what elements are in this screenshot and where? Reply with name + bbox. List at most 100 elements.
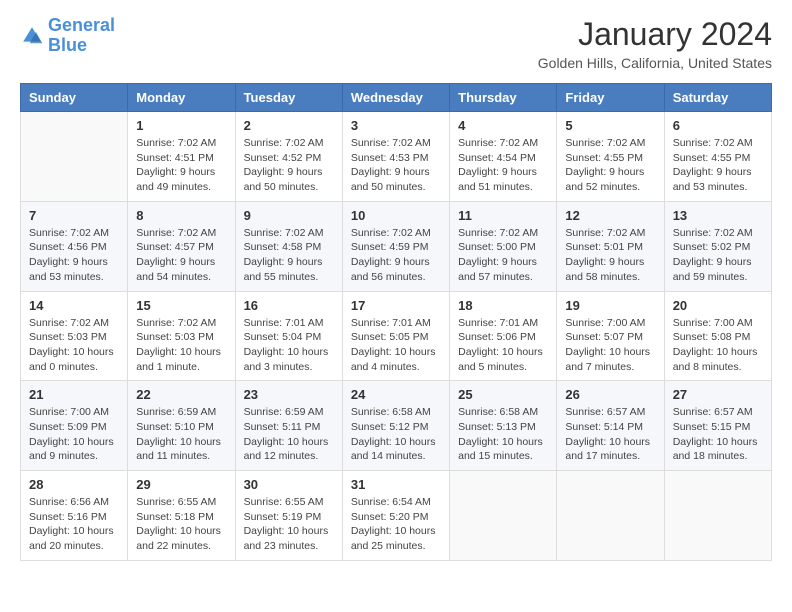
- calendar-body: 1 Sunrise: 7:02 AMSunset: 4:51 PMDaylight…: [21, 112, 772, 561]
- day-info: Sunrise: 7:02 AMSunset: 5:03 PMDaylight:…: [136, 316, 226, 375]
- calendar-cell: 30Sunrise: 6:55 AMSunset: 5:19 PMDayligh…: [235, 471, 342, 561]
- day-info: Sunrise: 7:01 AMSunset: 5:05 PMDaylight:…: [351, 316, 441, 375]
- calendar-header-friday: Friday: [557, 84, 664, 112]
- day-info: Sunrise: 6:57 AMSunset: 5:15 PMDaylight:…: [673, 405, 763, 464]
- day-info: Sunrise: 6:55 AMSunset: 5:18 PMDaylight:…: [136, 495, 226, 554]
- calendar-cell: 22 Sunrise: 6:59 AMSunset: 5:10 PMDayligh…: [128, 381, 235, 471]
- calendar-cell: 25 Sunrise: 6:58 AMSunset: 5:13 PMDayligh…: [450, 381, 557, 471]
- day-info: Sunrise: 7:02 AMSunset: 4:58 PMDaylight:…: [244, 226, 334, 285]
- day-info: Sunrise: 7:01 AMSunset: 5:06 PMDaylight:…: [458, 316, 548, 375]
- calendar-cell: 5 Sunrise: 7:02 AMSunset: 4:55 PMDaylight…: [557, 112, 664, 202]
- day-info: Sunrise: 6:59 AMSunset: 5:10 PMDaylight:…: [136, 405, 226, 464]
- calendar-cell: 9 Sunrise: 7:02 AMSunset: 4:58 PMDaylight…: [235, 201, 342, 291]
- calendar-cell: 7 Sunrise: 7:02 AMSunset: 4:56 PMDaylight…: [21, 201, 128, 291]
- calendar-cell: 13 Sunrise: 7:02 AMSunset: 5:02 PMDayligh…: [664, 201, 771, 291]
- calendar-week-row: 7 Sunrise: 7:02 AMSunset: 4:56 PMDaylight…: [21, 201, 772, 291]
- day-info: Sunrise: 7:02 AMSunset: 4:56 PMDaylight:…: [29, 226, 119, 285]
- day-number: 27: [673, 387, 763, 402]
- day-number: 8: [136, 208, 226, 223]
- logo-text: General Blue: [48, 16, 115, 56]
- day-info: Sunrise: 6:57 AMSunset: 5:14 PMDaylight:…: [565, 405, 655, 464]
- day-info: Sunrise: 7:00 AMSunset: 5:07 PMDaylight:…: [565, 316, 655, 375]
- calendar-cell: 19Sunrise: 7:00 AMSunset: 5:07 PMDayligh…: [557, 291, 664, 381]
- day-number: 24: [351, 387, 441, 402]
- calendar-week-row: 28 Sunrise: 6:56 AMSunset: 5:16 PMDayligh…: [21, 471, 772, 561]
- day-info: Sunrise: 6:58 AMSunset: 5:13 PMDaylight:…: [458, 405, 548, 464]
- calendar-cell: 18 Sunrise: 7:01 AMSunset: 5:06 PMDayligh…: [450, 291, 557, 381]
- day-info: Sunrise: 7:02 AMSunset: 5:01 PMDaylight:…: [565, 226, 655, 285]
- month-title: January 2024: [538, 16, 772, 53]
- day-info: Sunrise: 7:01 AMSunset: 5:04 PMDaylight:…: [244, 316, 334, 375]
- day-info: Sunrise: 7:02 AMSunset: 4:51 PMDaylight:…: [136, 136, 226, 195]
- calendar-cell: 31Sunrise: 6:54 AMSunset: 5:20 PMDayligh…: [342, 471, 449, 561]
- day-number: 17: [351, 298, 441, 313]
- day-number: 1: [136, 118, 226, 133]
- calendar-header-tuesday: Tuesday: [235, 84, 342, 112]
- day-info: Sunrise: 7:00 AMSunset: 5:09 PMDaylight:…: [29, 405, 119, 464]
- calendar-cell: 14 Sunrise: 7:02 AMSunset: 5:03 PMDayligh…: [21, 291, 128, 381]
- calendar-cell: 23 Sunrise: 6:59 AMSunset: 5:11 PMDayligh…: [235, 381, 342, 471]
- day-number: 5: [565, 118, 655, 133]
- day-info: Sunrise: 7:02 AMSunset: 4:55 PMDaylight:…: [673, 136, 763, 195]
- calendar-cell: 15 Sunrise: 7:02 AMSunset: 5:03 PMDayligh…: [128, 291, 235, 381]
- day-number: 11: [458, 208, 548, 223]
- day-info: Sunrise: 6:59 AMSunset: 5:11 PMDaylight:…: [244, 405, 334, 464]
- day-info: Sunrise: 7:02 AMSunset: 4:59 PMDaylight:…: [351, 226, 441, 285]
- calendar-header-row: SundayMondayTuesdayWednesdayThursdayFrid…: [21, 84, 772, 112]
- day-number: 25: [458, 387, 548, 402]
- day-info: Sunrise: 7:02 AMSunset: 4:57 PMDaylight:…: [136, 226, 226, 285]
- calendar-cell: [21, 112, 128, 202]
- calendar-cell: 12Sunrise: 7:02 AMSunset: 5:01 PMDayligh…: [557, 201, 664, 291]
- day-info: Sunrise: 7:02 AMSunset: 5:02 PMDaylight:…: [673, 226, 763, 285]
- day-number: 30: [244, 477, 334, 492]
- day-info: Sunrise: 7:02 AMSunset: 4:54 PMDaylight:…: [458, 136, 548, 195]
- calendar-cell: 6 Sunrise: 7:02 AMSunset: 4:55 PMDaylight…: [664, 112, 771, 202]
- day-number: 15: [136, 298, 226, 313]
- calendar-cell: 28 Sunrise: 6:56 AMSunset: 5:16 PMDayligh…: [21, 471, 128, 561]
- day-number: 16: [244, 298, 334, 313]
- day-info: Sunrise: 6:54 AMSunset: 5:20 PMDaylight:…: [351, 495, 441, 554]
- calendar-table: SundayMondayTuesdayWednesdayThursdayFrid…: [20, 83, 772, 561]
- calendar-header-monday: Monday: [128, 84, 235, 112]
- day-info: Sunrise: 7:02 AMSunset: 5:00 PMDaylight:…: [458, 226, 548, 285]
- day-info: Sunrise: 6:56 AMSunset: 5:16 PMDaylight:…: [29, 495, 119, 554]
- calendar-cell: [450, 471, 557, 561]
- calendar-header-wednesday: Wednesday: [342, 84, 449, 112]
- calendar-cell: 11 Sunrise: 7:02 AMSunset: 5:00 PMDayligh…: [450, 201, 557, 291]
- day-number: 4: [458, 118, 548, 133]
- calendar-cell: 20Sunrise: 7:00 AMSunset: 5:08 PMDayligh…: [664, 291, 771, 381]
- day-number: 9: [244, 208, 334, 223]
- day-number: 22: [136, 387, 226, 402]
- calendar-cell: 27 Sunrise: 6:57 AMSunset: 5:15 PMDayligh…: [664, 381, 771, 471]
- day-number: 29: [136, 477, 226, 492]
- calendar-week-row: 21 Sunrise: 7:00 AMSunset: 5:09 PMDayligh…: [21, 381, 772, 471]
- calendar-header-sunday: Sunday: [21, 84, 128, 112]
- location: Golden Hills, California, United States: [538, 55, 772, 71]
- logo-line1: General: [48, 15, 115, 35]
- calendar-cell: 8 Sunrise: 7:02 AMSunset: 4:57 PMDaylight…: [128, 201, 235, 291]
- logo-icon: [20, 24, 44, 48]
- calendar-cell: 24Sunrise: 6:58 AMSunset: 5:12 PMDayligh…: [342, 381, 449, 471]
- day-number: 14: [29, 298, 119, 313]
- day-number: 21: [29, 387, 119, 402]
- day-info: Sunrise: 7:02 AMSunset: 4:53 PMDaylight:…: [351, 136, 441, 195]
- day-number: 26: [565, 387, 655, 402]
- calendar-cell: 2Sunrise: 7:02 AMSunset: 4:52 PMDaylight…: [235, 112, 342, 202]
- calendar-cell: 10 Sunrise: 7:02 AMSunset: 4:59 PMDayligh…: [342, 201, 449, 291]
- day-number: 23: [244, 387, 334, 402]
- day-info: Sunrise: 7:02 AMSunset: 5:03 PMDaylight:…: [29, 316, 119, 375]
- day-number: 18: [458, 298, 548, 313]
- calendar-cell: 3Sunrise: 7:02 AMSunset: 4:53 PMDaylight…: [342, 112, 449, 202]
- calendar-cell: [557, 471, 664, 561]
- day-number: 20: [673, 298, 763, 313]
- day-number: 10: [351, 208, 441, 223]
- calendar-cell: 29 Sunrise: 6:55 AMSunset: 5:18 PMDayligh…: [128, 471, 235, 561]
- day-number: 28: [29, 477, 119, 492]
- day-number: 6: [673, 118, 763, 133]
- title-block: January 2024 Golden Hills, California, U…: [538, 16, 772, 71]
- day-info: Sunrise: 7:02 AMSunset: 4:55 PMDaylight:…: [565, 136, 655, 195]
- day-number: 13: [673, 208, 763, 223]
- day-number: 7: [29, 208, 119, 223]
- calendar-week-row: 1 Sunrise: 7:02 AMSunset: 4:51 PMDaylight…: [21, 112, 772, 202]
- calendar-week-row: 14 Sunrise: 7:02 AMSunset: 5:03 PMDayligh…: [21, 291, 772, 381]
